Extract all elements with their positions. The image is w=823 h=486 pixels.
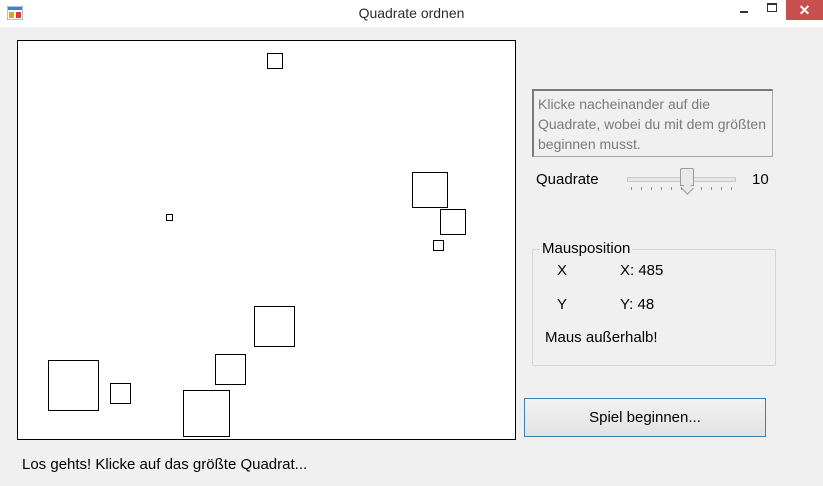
status-text: Los gehts! Klicke auf das größte Quadrat… — [22, 456, 308, 473]
minimize-button[interactable] — [731, 0, 757, 20]
y-label: Y — [557, 296, 568, 313]
start-game-button[interactable]: Spiel beginnen... — [524, 398, 766, 437]
game-square[interactable] — [183, 390, 230, 437]
game-square[interactable] — [412, 172, 448, 208]
window-title: Quadrate ordnen — [358, 5, 465, 21]
game-square[interactable] — [166, 214, 173, 221]
close-button[interactable]: ✕ — [786, 0, 823, 20]
game-square[interactable] — [48, 360, 99, 411]
game-board[interactable] — [17, 40, 516, 440]
x-value: X: 485 — [620, 262, 664, 279]
squares-slider[interactable] — [627, 168, 736, 192]
close-icon: ✕ — [798, 2, 811, 18]
y-value: Y: 48 — [620, 296, 655, 313]
x-label: X — [557, 262, 568, 279]
instructions-textbox: Klicke nacheinander auf die Quadrate, wo… — [532, 89, 773, 157]
slider-thumb[interactable] — [680, 168, 694, 186]
game-square[interactable] — [254, 306, 295, 347]
game-square[interactable] — [440, 209, 466, 235]
game-square[interactable] — [215, 354, 246, 385]
squares-value: 10 — [752, 171, 769, 188]
maximize-button[interactable] — [759, 0, 785, 20]
mouse-status: Maus außerhalb! — [545, 329, 658, 346]
title-bar: Quadrate ordnen ✕ — [0, 0, 823, 27]
game-square[interactable] — [433, 240, 444, 251]
game-square[interactable] — [110, 383, 131, 404]
game-square[interactable] — [267, 53, 283, 69]
squares-label: Quadrate — [536, 171, 599, 188]
mouse-position-title: Mausposition — [540, 240, 633, 257]
